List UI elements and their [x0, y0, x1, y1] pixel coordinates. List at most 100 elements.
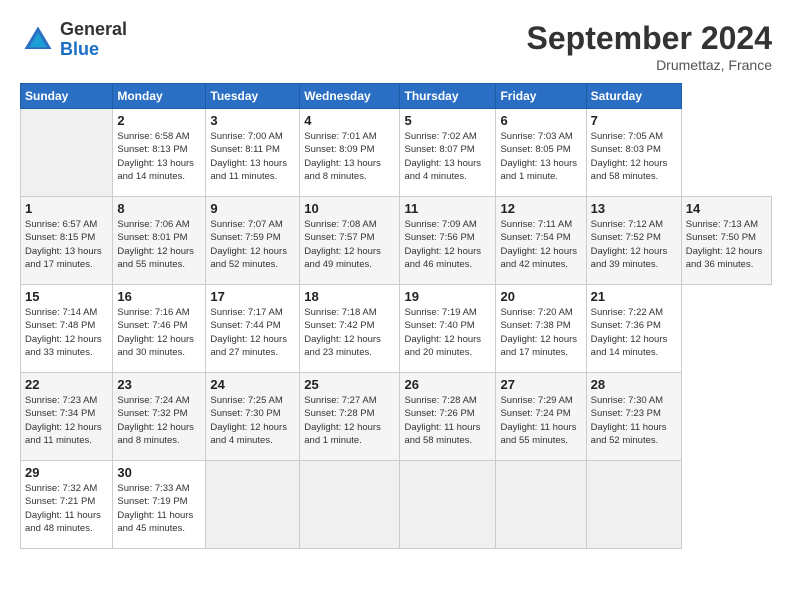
col-friday: Friday — [496, 84, 586, 109]
table-row: 16 Sunrise: 7:16 AM Sunset: 7:46 PM Dayli… — [113, 285, 206, 373]
table-row: 11Sunrise: 7:09 AM Sunset: 7:56 PM Dayli… — [400, 197, 496, 285]
table-row: 26Sunrise: 7:28 AM Sunset: 7:26 PM Dayli… — [400, 373, 496, 461]
day-detail: Sunrise: 6:57 AM Sunset: 8:15 PM Dayligh… — [25, 218, 108, 271]
day-number: 23 — [117, 377, 201, 392]
table-row — [300, 461, 400, 549]
day-number: 22 — [25, 377, 108, 392]
day-detail: Sunrise: 7:28 AM Sunset: 7:26 PM Dayligh… — [404, 394, 491, 447]
table-row: 3Sunrise: 7:00 AM Sunset: 8:11 PM Daylig… — [206, 109, 300, 197]
day-detail: Sunrise: 7:08 AM Sunset: 7:57 PM Dayligh… — [304, 218, 395, 271]
table-row: 7 Sunrise: 7:05 AM Sunset: 8:03 PM Daylig… — [586, 109, 681, 197]
calendar-week-row: 1 Sunrise: 6:57 AM Sunset: 8:15 PM Daylig… — [21, 197, 772, 285]
day-detail: Sunrise: 7:12 AM Sunset: 7:52 PM Dayligh… — [591, 218, 677, 271]
day-number: 6 — [500, 113, 581, 128]
table-row: 9Sunrise: 7:07 AM Sunset: 7:59 PM Daylig… — [206, 197, 300, 285]
day-number: 5 — [404, 113, 491, 128]
table-row — [586, 461, 681, 549]
calendar-week-row: 22 Sunrise: 7:23 AM Sunset: 7:34 PM Dayli… — [21, 373, 772, 461]
month-title: September 2024 — [527, 20, 772, 57]
day-number: 9 — [210, 201, 295, 216]
day-number: 2 — [117, 113, 201, 128]
day-number: 7 — [591, 113, 677, 128]
table-row — [21, 109, 113, 197]
table-row — [400, 461, 496, 549]
day-number: 28 — [591, 377, 677, 392]
day-number: 25 — [304, 377, 395, 392]
day-number: 13 — [591, 201, 677, 216]
table-row — [496, 461, 586, 549]
table-row: 15 Sunrise: 7:14 AM Sunset: 7:48 PM Dayli… — [21, 285, 113, 373]
table-row — [206, 461, 300, 549]
day-detail: Sunrise: 7:16 AM Sunset: 7:46 PM Dayligh… — [117, 306, 201, 359]
day-detail: Sunrise: 7:19 AM Sunset: 7:40 PM Dayligh… — [404, 306, 491, 359]
day-detail: Sunrise: 7:23 AM Sunset: 7:34 PM Dayligh… — [25, 394, 108, 447]
day-number: 27 — [500, 377, 581, 392]
day-detail: Sunrise: 7:30 AM Sunset: 7:23 PM Dayligh… — [591, 394, 677, 447]
table-row: 19 Sunrise: 7:19 AM Sunset: 7:40 PM Dayli… — [400, 285, 496, 373]
col-wednesday: Wednesday — [300, 84, 400, 109]
col-saturday: Saturday — [586, 84, 681, 109]
day-detail: Sunrise: 7:29 AM Sunset: 7:24 PM Dayligh… — [500, 394, 581, 447]
day-number: 17 — [210, 289, 295, 304]
day-number: 10 — [304, 201, 395, 216]
day-number: 8 — [117, 201, 201, 216]
day-detail: Sunrise: 7:33 AM Sunset: 7:19 PM Dayligh… — [117, 482, 201, 535]
day-number: 3 — [210, 113, 295, 128]
table-row: 18 Sunrise: 7:18 AM Sunset: 7:42 PM Dayli… — [300, 285, 400, 373]
day-detail: Sunrise: 7:24 AM Sunset: 7:32 PM Dayligh… — [117, 394, 201, 447]
table-row: 23 Sunrise: 7:24 AM Sunset: 7:32 PM Dayli… — [113, 373, 206, 461]
table-row: 20 Sunrise: 7:20 AM Sunset: 7:38 PM Dayli… — [496, 285, 586, 373]
table-row: 30 Sunrise: 7:33 AM Sunset: 7:19 PM Dayli… — [113, 461, 206, 549]
calendar-week-row: 15 Sunrise: 7:14 AM Sunset: 7:48 PM Dayli… — [21, 285, 772, 373]
header: General Blue September 2024 Drumettaz, F… — [20, 20, 772, 73]
calendar-table: Sunday Monday Tuesday Wednesday Thursday… — [20, 83, 772, 549]
logo-general: General — [60, 19, 127, 39]
col-sunday: Sunday — [21, 84, 113, 109]
day-number: 12 — [500, 201, 581, 216]
calendar-header-row: Sunday Monday Tuesday Wednesday Thursday… — [21, 84, 772, 109]
day-detail: Sunrise: 7:03 AM Sunset: 8:05 PM Dayligh… — [500, 130, 581, 183]
day-number: 19 — [404, 289, 491, 304]
day-detail: Sunrise: 7:11 AM Sunset: 7:54 PM Dayligh… — [500, 218, 581, 271]
table-row: 5 Sunrise: 7:02 AM Sunset: 8:07 PM Daylig… — [400, 109, 496, 197]
day-number: 18 — [304, 289, 395, 304]
title-block: September 2024 Drumettaz, France — [527, 20, 772, 73]
day-detail: Sunrise: 7:32 AM Sunset: 7:21 PM Dayligh… — [25, 482, 108, 535]
day-detail: Sunrise: 7:05 AM Sunset: 8:03 PM Dayligh… — [591, 130, 677, 183]
day-detail: Sunrise: 7:02 AM Sunset: 8:07 PM Dayligh… — [404, 130, 491, 183]
table-row: 14Sunrise: 7:13 AM Sunset: 7:50 PM Dayli… — [681, 197, 771, 285]
table-row: 21 Sunrise: 7:22 AM Sunset: 7:36 PM Dayli… — [586, 285, 681, 373]
day-detail: Sunrise: 7:09 AM Sunset: 7:56 PM Dayligh… — [404, 218, 491, 271]
location: Drumettaz, France — [527, 57, 772, 73]
day-number: 1 — [25, 201, 108, 216]
table-row: 6 Sunrise: 7:03 AM Sunset: 8:05 PM Daylig… — [496, 109, 586, 197]
day-number: 21 — [591, 289, 677, 304]
day-number: 14 — [686, 201, 767, 216]
table-row: 10 Sunrise: 7:08 AM Sunset: 7:57 PM Dayli… — [300, 197, 400, 285]
table-row: 24 Sunrise: 7:25 AM Sunset: 7:30 PM Dayli… — [206, 373, 300, 461]
table-row: 8 Sunrise: 7:06 AM Sunset: 8:01 PM Daylig… — [113, 197, 206, 285]
day-detail: Sunrise: 7:14 AM Sunset: 7:48 PM Dayligh… — [25, 306, 108, 359]
day-detail: Sunrise: 7:25 AM Sunset: 7:30 PM Dayligh… — [210, 394, 295, 447]
day-number: 4 — [304, 113, 395, 128]
day-number: 16 — [117, 289, 201, 304]
day-number: 30 — [117, 465, 201, 480]
logo-text: General Blue — [60, 20, 127, 60]
day-number: 20 — [500, 289, 581, 304]
table-row: 17 Sunrise: 7:17 AM Sunset: 7:44 PM Dayli… — [206, 285, 300, 373]
table-row: 25Sunrise: 7:27 AM Sunset: 7:28 PM Dayli… — [300, 373, 400, 461]
day-detail: Sunrise: 7:18 AM Sunset: 7:42 PM Dayligh… — [304, 306, 395, 359]
logo: General Blue — [20, 20, 127, 60]
page: General Blue September 2024 Drumettaz, F… — [0, 0, 792, 612]
day-number: 24 — [210, 377, 295, 392]
col-monday: Monday — [113, 84, 206, 109]
table-row: 13 Sunrise: 7:12 AM Sunset: 7:52 PM Dayli… — [586, 197, 681, 285]
day-detail: Sunrise: 7:17 AM Sunset: 7:44 PM Dayligh… — [210, 306, 295, 359]
day-number: 15 — [25, 289, 108, 304]
table-row: 4Sunrise: 7:01 AM Sunset: 8:09 PM Daylig… — [300, 109, 400, 197]
day-detail: Sunrise: 7:20 AM Sunset: 7:38 PM Dayligh… — [500, 306, 581, 359]
calendar-week-row: 2Sunrise: 6:58 AM Sunset: 8:13 PM Daylig… — [21, 109, 772, 197]
logo-blue: Blue — [60, 39, 99, 59]
day-detail: Sunrise: 7:06 AM Sunset: 8:01 PM Dayligh… — [117, 218, 201, 271]
day-detail: Sunrise: 7:22 AM Sunset: 7:36 PM Dayligh… — [591, 306, 677, 359]
